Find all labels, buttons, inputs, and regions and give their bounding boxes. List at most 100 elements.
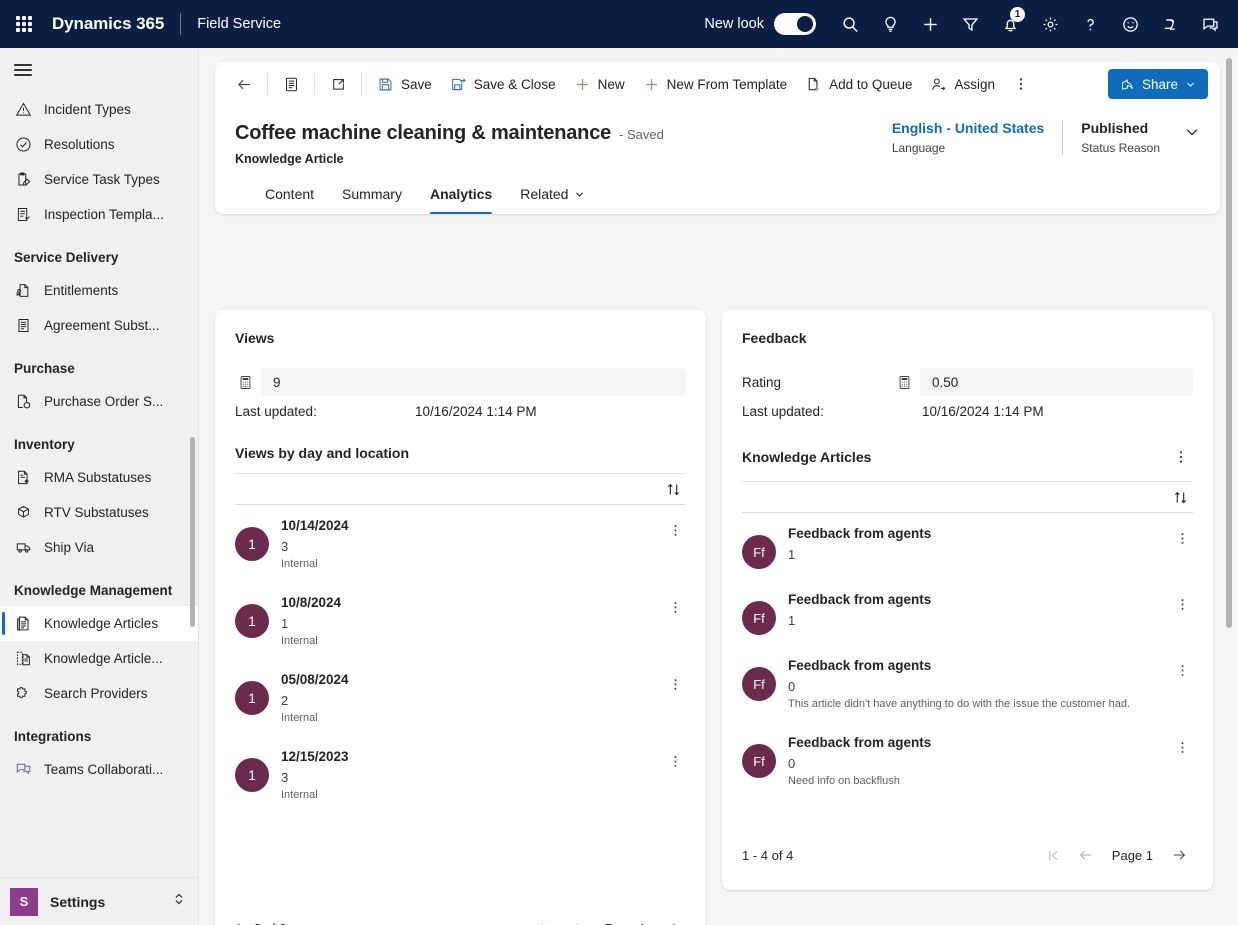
save-button[interactable]: Save	[368, 68, 441, 100]
sidebar-item-agreement-subst[interactable]: Agreement Subst...	[0, 308, 198, 343]
sidebar-item-inspection-templa[interactable]: Inspection Templa...	[0, 197, 198, 232]
sidebar-item-settings[interactable]: S Settings	[0, 877, 198, 925]
sidebar-item-search-providers[interactable]: Search Providers	[0, 676, 198, 711]
list-item[interactable]: 1 12/15/2023 3 Internal	[235, 736, 686, 813]
page-next-icon[interactable]	[658, 915, 686, 925]
sidebar-item-rtv-substatuses[interactable]: RTV Substatuses	[0, 495, 198, 530]
list-item[interactable]: 1 10/8/2024 1 Internal	[235, 582, 686, 659]
rating-value[interactable]: 0.50	[920, 368, 1193, 396]
sidebar-scrollbar[interactable]	[190, 437, 195, 627]
sidebar-item-entitlements[interactable]: Entitlements	[0, 273, 198, 308]
sidebar-item-label: Agreement Subst...	[44, 318, 160, 333]
sidebar-item-purchase-order-s[interactable]: Purchase Order S...	[0, 384, 198, 419]
ellipsis-vertical-icon[interactable]	[1004, 68, 1038, 100]
views-count-value[interactable]: 9	[261, 368, 686, 396]
sidebar-item-service-task-types[interactable]: Service Task Types	[0, 162, 198, 197]
clipboard-pen-icon	[14, 171, 32, 189]
status-badge[interactable]: Published	[1081, 120, 1160, 136]
save-and-close-button[interactable]: Save & Close	[441, 68, 565, 100]
ellipsis-vertical-icon[interactable]	[1169, 445, 1193, 469]
list-item-body: 12/15/2023 3 Internal	[281, 748, 652, 803]
checklist-icon	[14, 206, 32, 224]
smiley-icon[interactable]	[1110, 0, 1150, 48]
hamburger-icon[interactable]	[0, 48, 198, 92]
main-scrollbar[interactable]	[1226, 58, 1232, 628]
sidebar-item-label: Incident Types	[44, 102, 131, 117]
chevron-updown-icon[interactable]	[172, 892, 186, 911]
page-prev-icon[interactable]	[565, 915, 593, 925]
document-lines-icon	[14, 317, 32, 335]
sort-updown-icon[interactable]	[1167, 484, 1193, 510]
app-name-label[interactable]: Field Service	[197, 16, 281, 32]
list-item-meta: Internal	[281, 789, 318, 801]
ellipsis-vertical-icon[interactable]	[664, 750, 686, 772]
app-launcher-icon[interactable]	[0, 0, 48, 48]
knowledge-article-icon	[14, 615, 32, 633]
list-item[interactable]: Ff Feedback from agents 1	[742, 513, 1193, 579]
sidebar-item-knowledge-article[interactable]: Knowledge Article...	[0, 641, 198, 676]
form-tabs: Content Summary Analytics Related	[235, 166, 1200, 214]
back-button[interactable]	[227, 68, 261, 100]
chevron-down-icon[interactable]	[1178, 120, 1200, 145]
sidebar-item-rma-substatuses[interactable]: RMA Substatuses	[0, 460, 198, 495]
page-next-icon[interactable]	[1165, 842, 1193, 868]
sidebar-item-teams-collaborati[interactable]: Teams Collaborati...	[0, 752, 198, 787]
tab-analytics[interactable]: Analytics	[420, 180, 502, 214]
gear-icon[interactable]	[1030, 0, 1070, 48]
sidebar-group-service-delivery: Service Delivery	[14, 250, 119, 265]
search-icon[interactable]	[830, 0, 870, 48]
sidebar-item-incident-types[interactable]: Incident Types	[0, 92, 198, 127]
sidebar-item-resolutions[interactable]: Resolutions	[0, 127, 198, 162]
add-to-queue-button[interactable]: Add to Queue	[796, 68, 921, 100]
save-button-label: Save	[401, 76, 432, 92]
ellipsis-vertical-icon[interactable]	[664, 596, 686, 618]
command-divider	[361, 73, 362, 95]
teams-chat-icon[interactable]	[1190, 0, 1230, 48]
avatar: Ff	[742, 601, 776, 635]
list-item[interactable]: Ff Feedback from agents 0 This article didn…	[742, 645, 1193, 722]
tab-content[interactable]: Content	[255, 180, 324, 214]
ellipsis-vertical-icon[interactable]	[1171, 659, 1193, 681]
list-item[interactable]: 1 10/14/2024 3 Internal	[235, 505, 686, 582]
list-item-title: 12/15/2023	[281, 749, 349, 764]
new-from-template-button[interactable]: New From Template	[634, 68, 797, 100]
views-list: 1 10/14/2024 3 Internal 1 10/8/2024 1 Internal 1…	[215, 505, 706, 813]
saved-state-label: - Saved	[619, 127, 664, 142]
new-from-template-label: New From Template	[666, 76, 788, 92]
ellipsis-vertical-icon[interactable]	[1171, 593, 1193, 615]
page-prev-icon[interactable]	[1072, 842, 1100, 868]
feedback-pager-count: 1 - 4 of 4	[742, 847, 794, 863]
sort-updown-icon[interactable]	[660, 476, 686, 502]
ellipsis-vertical-icon[interactable]	[1171, 527, 1193, 549]
filter-icon[interactable]	[950, 0, 990, 48]
list-item[interactable]: Ff Feedback from agents 1	[742, 579, 1193, 645]
ellipsis-vertical-icon[interactable]	[664, 519, 686, 541]
sidebar-item-ship-via[interactable]: Ship Via	[0, 530, 198, 565]
question-icon[interactable]	[1070, 0, 1110, 48]
list-item[interactable]: 1 05/08/2024 2 Internal	[235, 659, 686, 736]
list-item[interactable]: Ff Feedback from agents 0 Need info on back…	[742, 722, 1193, 799]
share-button[interactable]: Share	[1107, 69, 1208, 99]
list-item-count: 2	[281, 693, 289, 708]
tab-summary[interactable]: Summary	[332, 180, 412, 214]
plus-icon[interactable]	[910, 0, 950, 48]
lightbulb-icon[interactable]	[870, 0, 910, 48]
brand-title[interactable]: Dynamics 365	[52, 14, 164, 34]
language-value[interactable]: English - United States	[892, 120, 1044, 136]
new-button[interactable]: New	[565, 68, 634, 100]
tab-related[interactable]: Related	[510, 180, 595, 214]
page-first-icon[interactable]	[533, 915, 561, 925]
avatar: Ff	[742, 667, 776, 701]
form-icon[interactable]	[274, 68, 308, 100]
page-first-icon[interactable]	[1040, 842, 1068, 868]
bell-icon[interactable]: 1	[990, 0, 1030, 48]
ellipsis-vertical-icon[interactable]	[1171, 736, 1193, 758]
ellipsis-vertical-icon[interactable]	[664, 673, 686, 695]
document-box-icon	[14, 393, 32, 411]
tab-summary-label: Summary	[342, 186, 402, 202]
new-look-toggle[interactable]	[774, 13, 816, 35]
sidebar-item-knowledge-articles[interactable]: Knowledge Articles	[0, 606, 198, 641]
copilot-icon[interactable]	[1150, 0, 1190, 48]
assign-person-icon[interactable]: Assign	[921, 68, 1004, 100]
popout-icon[interactable]	[321, 68, 355, 100]
